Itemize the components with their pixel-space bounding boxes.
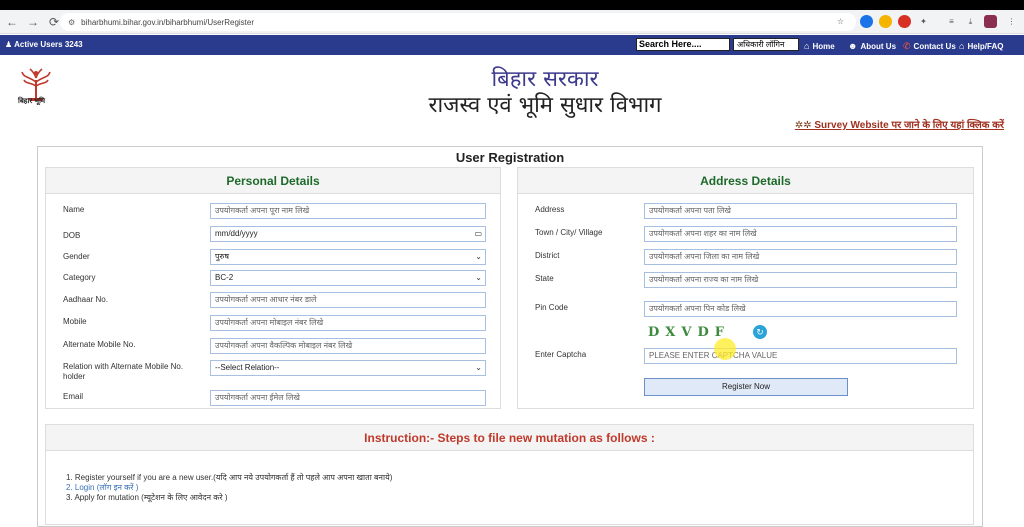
site-header: बिहार भूमि बिहार सरकार राजस्व एवं भूमि स… — [0, 55, 1024, 145]
personal-details-heading: Personal Details — [46, 168, 500, 194]
state-input[interactable]: उपयोगकर्ता अपना राज्य का नाम लिखे — [644, 272, 957, 288]
gender-label: Gender — [63, 252, 90, 261]
name-label: Name — [63, 205, 85, 214]
category-label: Category — [63, 273, 96, 282]
contact-link[interactable]: ✆ Contact Us — [903, 41, 956, 52]
town-label: Town / City/ Village — [535, 228, 603, 237]
dob-input[interactable]: mm/dd/yyyy ▭ — [210, 226, 486, 242]
back-icon[interactable]: ← — [3, 13, 21, 31]
aadhaar-label: Aadhaar No. — [63, 295, 108, 304]
menu-kebab-icon[interactable]: ⋮ — [1005, 15, 1018, 28]
home-icon: ⌂ — [959, 41, 965, 51]
extension-icon[interactable] — [860, 15, 873, 28]
address-input[interactable]: उपयोगकर्ता अपना पता लिखे — [644, 203, 957, 219]
header-title-department: राजस्व एवं भूमि सुधार विभाग — [428, 93, 662, 118]
about-link[interactable]: ☻ About Us — [848, 41, 896, 51]
instructions-heading: Instruction:- Steps to file new mutation… — [46, 425, 973, 451]
email-label: Email — [63, 392, 84, 401]
url-text: biharbhumi.bihar.gov.in/biharbhumi/UserR… — [81, 17, 254, 27]
pin-label: Pin Code — [535, 303, 568, 312]
extensions-puzzle-icon[interactable]: ✦ — [917, 15, 930, 28]
group-icon: ☻ — [848, 41, 858, 51]
name-input[interactable]: उपयोगकर्ता अपना पूरा नाम लिखे — [210, 203, 486, 219]
aadhaar-input[interactable]: उपयोगकर्ता अपना आधार नंबर डाले — [210, 292, 486, 308]
category-select[interactable]: BC-2 ⌄ — [210, 270, 486, 286]
extension-icon[interactable] — [879, 15, 892, 28]
browser-toolbar: ← → ⟳ ⚙ biharbhumi.bihar.gov.in/biharbhu… — [0, 10, 1024, 34]
help-link[interactable]: ⌂ Help/FAQ — [959, 41, 1003, 51]
state-label: State — [535, 274, 554, 283]
chevron-down-icon: ⌄ — [475, 252, 482, 261]
screen-top-bar — [0, 0, 1024, 10]
calendar-icon[interactable]: ▭ — [474, 227, 482, 241]
search-input[interactable]: Search Here.... — [636, 38, 730, 51]
personal-details-card: Personal Details Name उपयोगकर्ता अपना पू… — [45, 167, 501, 409]
address-details-card: Address Details Address उपयोगकर्ता अपना … — [517, 167, 974, 409]
instructions-card: Instruction:- Steps to file new mutation… — [45, 424, 974, 525]
district-label: District — [535, 251, 560, 260]
login-link[interactable]: 2. Login (लॉग इन करें ) — [66, 483, 392, 493]
relation-select[interactable]: --Select Relation-- ⌄ — [210, 360, 486, 376]
bookmark-star-icon[interactable]: ☆ — [834, 15, 847, 28]
mobile-label: Mobile — [63, 317, 87, 326]
phone-icon: ✆ — [903, 41, 911, 51]
gender-select[interactable]: पुरुष ⌄ — [210, 249, 486, 265]
dob-label: DOB — [63, 231, 81, 240]
captcha-label: Enter Captcha — [535, 350, 587, 359]
town-input[interactable]: उपयोगकर्ता अपना शहर का नाम लिखे — [644, 226, 957, 242]
survey-website-link[interactable]: ✲✲ Survey Website पर जाने के लिए यहां क्… — [795, 117, 1004, 131]
site-info-icon[interactable]: ⚙ — [68, 18, 75, 27]
page-title: User Registration — [455, 150, 565, 165]
profile-icon[interactable] — [984, 15, 997, 28]
download-icon[interactable]: ⤓ — [964, 15, 977, 28]
relation-label: Relation with Alternate Mobile No. holde… — [63, 362, 184, 381]
arrow-icon: ✲✲ — [794, 120, 815, 131]
user-icon: ♟ — [5, 40, 13, 49]
active-users: ♟ Active Users 3243 — [5, 40, 83, 49]
home-link[interactable]: ⌂ Home — [804, 41, 835, 51]
address-label: Address — [535, 205, 565, 214]
captcha-input[interactable]: PLEASE ENTER CAPTCHA VALUE — [644, 348, 957, 364]
captcha-image: DXVDF — [648, 325, 730, 340]
instruction-step: 3. Apply for mutation (म्यूटेशन के लिए आ… — [66, 493, 228, 502]
pin-input[interactable]: उपयोगकर्ता अपना पिन कोड लिखे — [644, 301, 957, 317]
home-icon: ⌂ — [804, 41, 810, 51]
chevron-down-icon: ⌄ — [475, 273, 482, 282]
top-navigation-bar: ♟ Active Users 3243 Search Here.... अधिक… — [0, 35, 1024, 55]
email-input[interactable]: उपयोगकर्ता अपना ईमेल लिखे — [210, 390, 486, 406]
register-now-button[interactable]: Register Now — [644, 378, 848, 396]
forward-icon[interactable]: → — [24, 13, 42, 31]
reading-list-icon[interactable]: ≡ — [945, 15, 958, 28]
instruction-step: 1. Register yourself if you are a new us… — [66, 473, 393, 482]
refresh-captcha-icon[interactable]: ↻ — [753, 325, 767, 339]
chevron-down-icon: ⌄ — [475, 363, 482, 372]
address-details-heading: Address Details — [518, 168, 973, 194]
alt-mobile-input[interactable]: उपयोगकर्ता अपना वैकल्पिक मोबाइल नंबर लिख… — [210, 338, 486, 354]
address-bar[interactable]: ⚙ biharbhumi.bihar.gov.in/biharbhumi/Use… — [60, 13, 856, 31]
officer-login-select[interactable]: अधिकारी लॉगिन — [733, 38, 799, 51]
mouse-cursor-highlight — [714, 338, 736, 360]
active-users-label: Active Users — [14, 40, 63, 49]
mobile-input[interactable]: उपयोगकर्ता अपना मोबाइल नंबर लिखे — [210, 315, 486, 331]
alt-mobile-label: Alternate Mobile No. — [63, 340, 136, 349]
registration-panel: User Registration Personal Details Name … — [37, 146, 983, 527]
extension-icon[interactable] — [898, 15, 911, 28]
active-users-count: 3243 — [64, 40, 83, 49]
district-input[interactable]: उपयोगकर्ता अपना जिला का नाम लिखे — [644, 249, 957, 265]
instructions-list: 1. Register yourself if you are a new us… — [66, 473, 392, 503]
